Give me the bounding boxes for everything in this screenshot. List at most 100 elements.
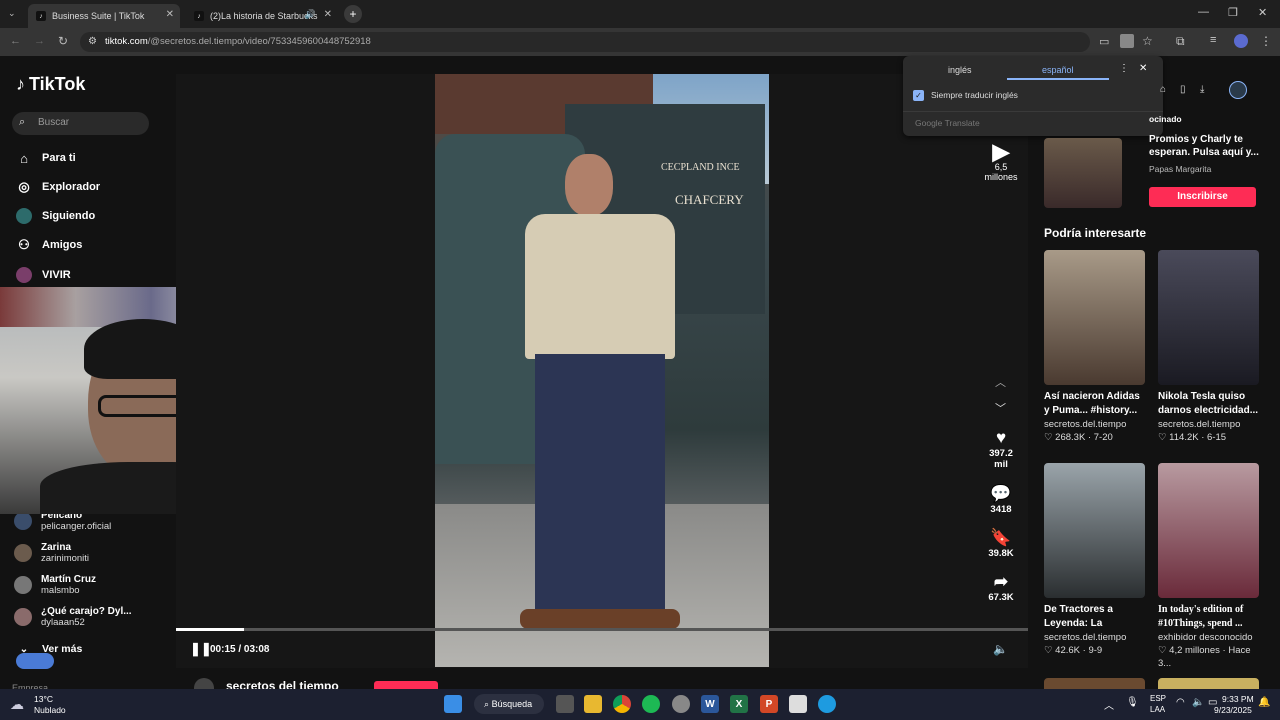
lang-tab-espanol[interactable]: español xyxy=(1042,65,1074,75)
live-icon xyxy=(16,267,32,283)
author-row: secretos del tiempo xyxy=(176,676,1028,689)
card-likes: 42.6K xyxy=(1055,645,1080,656)
volume-icon[interactable]: 🔈 xyxy=(993,642,1008,656)
bookmark-icon: 🔖 xyxy=(990,528,1012,547)
tab-search-icon[interactable]: ⌄ xyxy=(8,8,16,19)
excel-icon[interactable]: X xyxy=(730,695,748,713)
upload-icon[interactable]: ⌂ xyxy=(1160,84,1166,95)
card-likes: 4,2 millones xyxy=(1169,645,1220,656)
video-card[interactable]: Así nacieron Adidas y Puma... #history..… xyxy=(1044,250,1145,444)
card-meta: ♡ 268.3K · 7-20 xyxy=(1044,432,1113,443)
video-card[interactable]: Nikola Tesla quiso darnos electricidad..… xyxy=(1158,250,1259,444)
spotify-icon[interactable] xyxy=(642,695,660,713)
site-info-icon[interactable]: ⚙ xyxy=(88,32,97,52)
tiktok-logo[interactable]: ♪ TikTok xyxy=(16,74,85,95)
store-icon[interactable] xyxy=(789,695,807,713)
nav-label: Amigos xyxy=(42,239,83,251)
search-box[interactable]: ⌕ Buscar xyxy=(12,112,149,135)
download-icon[interactable]: ⤓ xyxy=(1200,84,1204,95)
video-card[interactable]: De Tractores a Leyenda: La Histori... se… xyxy=(1044,463,1145,657)
minimize-icon[interactable]: — xyxy=(1198,6,1209,18)
share-button[interactable]: ➦ 67.3K xyxy=(984,572,1018,604)
close-window-icon[interactable]: ✕ xyxy=(1258,6,1267,19)
extensions-icon[interactable]: ⧉ xyxy=(1176,34,1185,49)
tab-starbucks[interactable]: ♪ (2)La historia de Starbucks 🔊 ✕ xyxy=(186,4,338,28)
save-button[interactable]: 🔖 39.8K xyxy=(984,528,1018,560)
phone-icon[interactable]: ▯ xyxy=(1180,84,1186,95)
author-name[interactable]: secretos del tiempo xyxy=(226,679,339,689)
new-tab-button[interactable]: + xyxy=(344,5,362,23)
author-avatar[interactable] xyxy=(194,678,214,689)
nav-para-ti[interactable]: ⌂ Para ti xyxy=(16,150,76,166)
card-author: secretos.del.tiempo xyxy=(1044,632,1127,643)
search-input: Buscar xyxy=(38,117,70,128)
task-view-icon[interactable] xyxy=(556,695,574,713)
promo-card[interactable]: ocinado Promios y Charly te esperan. Pul… xyxy=(1044,112,1264,210)
cast-icon[interactable]: ▭ xyxy=(1099,35,1109,48)
search-icon: ⌕ xyxy=(484,699,490,709)
following-item[interactable]: Zarina zarinimoniti xyxy=(14,542,89,564)
mic-icon[interactable]: 🎙 xyxy=(1126,697,1139,708)
clock-time[interactable]: 9:33 PM xyxy=(1222,694,1254,704)
pause-icon[interactable]: ❚❚ xyxy=(190,641,212,657)
following-item[interactable]: Martín Cruz malsmbo xyxy=(14,574,96,596)
video-card-partial[interactable] xyxy=(1158,678,1259,689)
lang-tab-ingles[interactable]: inglés xyxy=(948,65,972,75)
forward-icon[interactable]: → xyxy=(34,35,45,47)
close-popup-icon[interactable]: ✕ xyxy=(1139,63,1147,74)
windows-start-icon[interactable] xyxy=(444,695,462,713)
like-button[interactable]: ♥ 397.2 mil xyxy=(984,428,1018,470)
nav-amigos[interactable]: ⚇ Amigos xyxy=(16,237,82,253)
following-item[interactable]: ¿Qué carajo? Dyl... dylaaan52 xyxy=(14,606,132,628)
back-icon[interactable]: ← xyxy=(10,35,21,47)
video-card[interactable]: In today's edition of #10Things, spend .… xyxy=(1158,463,1259,670)
notification-bell-icon[interactable]: 🔔 xyxy=(1258,697,1270,708)
volume-icon[interactable]: 🔈 xyxy=(1192,697,1204,708)
follow-button[interactable] xyxy=(374,681,438,689)
lang-indicator-b[interactable]: LAA xyxy=(1150,705,1165,714)
video-frame[interactable]: CECPLAND INCE CHAFCERY xyxy=(435,74,769,667)
url-field[interactable]: ⚙ tiktok.com/@secretos.del.tiempo/video/… xyxy=(80,32,1090,52)
tray-chevron-icon[interactable]: ︿ xyxy=(1104,697,1114,712)
weather-temp[interactable]: 13°C xyxy=(34,694,53,704)
tab-business-suite[interactable]: ♪ Business Suite | TikTok ✕ xyxy=(28,4,180,28)
lang-tab-indicator xyxy=(1007,78,1109,80)
scroll-down-icon[interactable]: ﹀ xyxy=(995,400,1006,416)
speaker-icon[interactable]: 🔊 xyxy=(305,9,316,20)
powerpoint-icon[interactable]: P xyxy=(760,695,778,713)
edge-icon[interactable] xyxy=(818,695,836,713)
close-tab-icon[interactable]: ✕ xyxy=(166,9,174,20)
comment-button[interactable]: 💬 3418 xyxy=(984,484,1018,516)
account-avatar[interactable] xyxy=(1229,81,1247,99)
reload-icon[interactable]: ↻ xyxy=(58,34,68,48)
word-icon[interactable]: W xyxy=(701,695,719,713)
nav-siguiendo[interactable]: Siguiendo xyxy=(16,208,95,224)
always-translate-checkbox[interactable]: ✓ xyxy=(913,90,924,101)
avatar xyxy=(14,544,32,562)
tiktok-favicon-icon: ♪ xyxy=(194,11,204,21)
file-explorer-icon[interactable] xyxy=(584,695,602,713)
wifi-icon[interactable]: ◠ xyxy=(1176,697,1185,708)
taskbar-search[interactable]: ⌕ Búsqueda xyxy=(474,694,544,714)
bookmark-star-icon[interactable]: ☆ xyxy=(1142,34,1153,48)
nav-explorador[interactable]: ◎ Explorador xyxy=(16,179,100,195)
subscribe-button[interactable]: Inscribirse xyxy=(1149,187,1256,207)
profile-icon[interactable] xyxy=(1234,34,1248,48)
more-options-icon[interactable]: ⋮ xyxy=(1119,63,1129,74)
lang-indicator-a[interactable]: ESP xyxy=(1150,694,1166,703)
close-tab-icon[interactable]: ✕ xyxy=(324,9,332,20)
chrome-icon[interactable] xyxy=(613,695,631,713)
menu-icon[interactable]: ⋮ xyxy=(1260,34,1272,48)
translate-icon[interactable] xyxy=(1120,34,1134,48)
maximize-icon[interactable]: ❐ xyxy=(1228,6,1238,19)
app-icon[interactable] xyxy=(672,695,690,713)
extension-badge[interactable] xyxy=(16,653,54,669)
likes-unit: mil xyxy=(994,459,1008,470)
scroll-up-icon[interactable]: ︿ xyxy=(995,374,1006,390)
video-card-partial[interactable] xyxy=(1044,678,1145,689)
clock-date[interactable]: 9/23/2025 xyxy=(1214,705,1252,715)
tab-search-icon[interactable]: ≡ xyxy=(1210,34,1216,46)
video-progress-bar[interactable] xyxy=(176,628,1028,631)
nav-vivir[interactable]: VIVIR xyxy=(16,267,71,283)
weather-desc[interactable]: Nublado xyxy=(34,705,66,715)
